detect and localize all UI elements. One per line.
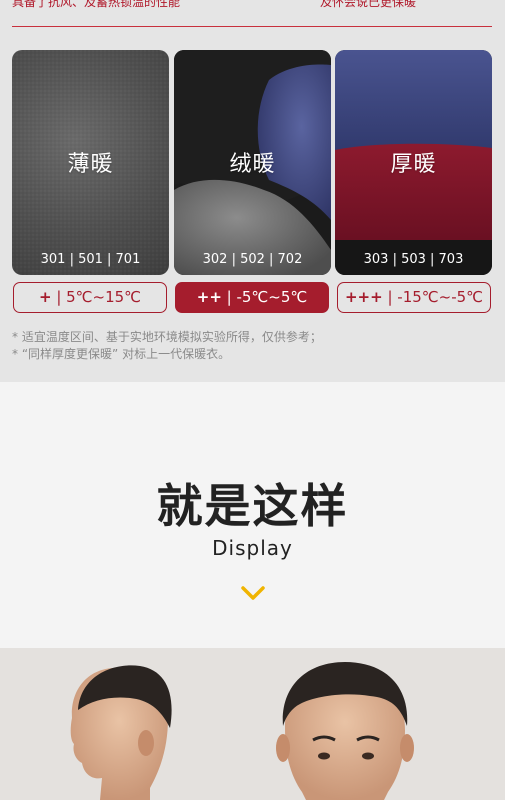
divider bbox=[12, 26, 492, 27]
warmth-level: + bbox=[38, 288, 52, 306]
ear bbox=[276, 734, 290, 762]
eye bbox=[318, 752, 330, 760]
ear bbox=[400, 734, 414, 762]
product-codes: 302 | 502 | 702 bbox=[202, 252, 303, 267]
section-subheading: Display bbox=[212, 536, 293, 560]
product-title: 绒暖 bbox=[229, 152, 276, 177]
product-codes: 303 | 503 | 703 bbox=[363, 252, 464, 267]
top-partial-text-right: 及怀会说已更保暖 bbox=[320, 0, 417, 9]
product-card-fleece[interactable]: 绒暖 302 | 502 | 702 bbox=[174, 50, 331, 275]
footnote: * 适宜温度区间、基于实地环境模拟实验所得，仅供参考； bbox=[12, 330, 322, 344]
product-card-thin[interactable]: 薄暖 301 | 501 | 701 bbox=[12, 50, 169, 275]
top-partial-text-left: 具备了抗风、及蓄热锁温的性能 bbox=[12, 0, 181, 9]
footnote: * “同样厚度更保暖” 对标上一代保暖衣。 bbox=[12, 347, 231, 361]
chevron-down-icon bbox=[241, 586, 265, 600]
temperature-range: | -5℃~5℃ bbox=[221, 288, 308, 306]
warmth-level: +++ bbox=[344, 288, 383, 306]
eye bbox=[362, 752, 374, 760]
temperature-range: | 5℃~15℃ bbox=[51, 288, 142, 306]
models-illustration bbox=[70, 662, 414, 800]
section-heading: 就是这样 bbox=[156, 479, 349, 533]
temperature-badge-thick: +++ | -15℃~-5℃ bbox=[337, 282, 491, 313]
temperature-badge-fleece: ++ | -5℃~5℃ bbox=[175, 282, 329, 313]
product-title: 薄暖 bbox=[67, 152, 114, 177]
product-codes: 301 | 501 | 701 bbox=[40, 252, 141, 267]
warmth-level: ++ bbox=[196, 288, 222, 306]
temperature-badge-thin: + | 5℃~15℃ bbox=[13, 282, 167, 313]
product-card-thick[interactable]: 厚暖 303 | 503 | 703 bbox=[335, 50, 492, 275]
ear bbox=[138, 730, 154, 756]
temperature-range: | -15℃~-5℃ bbox=[382, 288, 484, 306]
product-title: 厚暖 bbox=[390, 152, 437, 177]
model-photo bbox=[0, 648, 505, 800]
